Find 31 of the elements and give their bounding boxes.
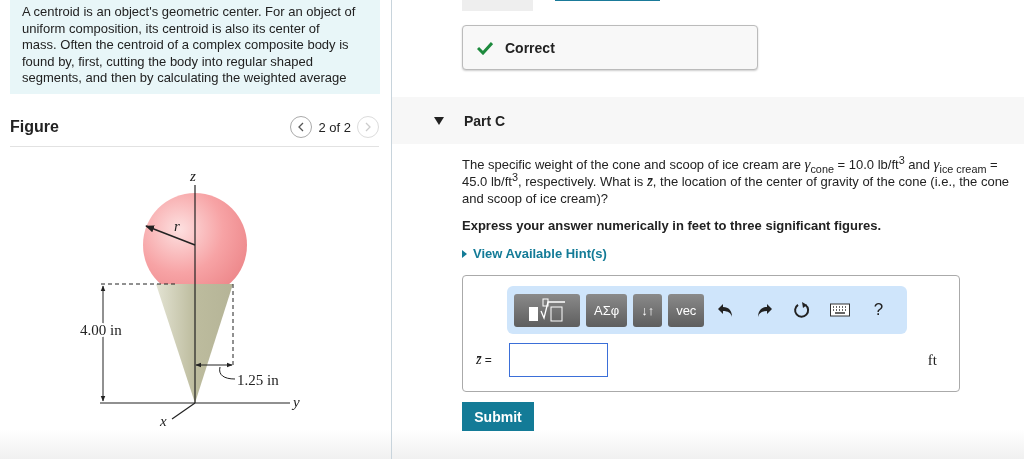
answer-field[interactable] <box>509 343 608 377</box>
axis-label: z <box>190 168 196 184</box>
submit-button[interactable]: Submit <box>462 402 534 431</box>
template-icon <box>527 298 567 322</box>
figure-title: Figure <box>10 118 59 136</box>
keyboard-icon <box>830 303 851 317</box>
variable-label: z̄ = <box>476 352 493 368</box>
chevron-right-icon <box>363 122 373 132</box>
hint-link[interactable]: View Available Hint(s) <box>473 246 607 261</box>
help-button[interactable]: ? <box>862 293 895 327</box>
feedback-text: Correct <box>505 39 555 56</box>
toolbar-button[interactable]: vec <box>668 293 705 327</box>
page-counter: 2 of 2 <box>318 119 351 135</box>
part-title: Part C <box>464 112 506 129</box>
unit-label: ft <box>927 351 937 369</box>
intro-paragraph: A centroid is an object's geometric center. For an object of uniform composition, its centroid is also its center of mass. Often the centroid of a complex composite body is found by, first, cutting the body into regular shaped segments, and then by calculating the weighted average <box>10 0 380 94</box>
dimension-label: 4.00 in <box>80 322 122 338</box>
axis-label: x <box>160 413 167 429</box>
toolbar-button[interactable]: ΑΣφ <box>586 293 628 327</box>
check-icon <box>477 40 493 55</box>
question-text: The specific weight of the cone and scoop of ice cream are γ$_{cone}$ = 10.0 lb/ft$^{3}$ and γ$_{ice cream}$ = 45.0 lb/ft$^{3}$, respectively. What is z̄, the location of the center of gravity of the cone (i.e., the cone and scoop of ice cream)? <box>462 156 1011 207</box>
template-button[interactable] <box>514 293 580 327</box>
instruction-text: Express your answer numerically in feet to three significant figures. <box>462 218 882 233</box>
radius-label: r <box>174 218 180 234</box>
reset-icon <box>793 301 812 319</box>
redo-icon <box>755 301 774 319</box>
caret-right-icon <box>462 249 467 258</box>
axis-label: y <box>293 394 300 410</box>
dimension-label: 1.25 in <box>237 372 279 388</box>
toolbar-button[interactable]: ↓↑ <box>633 293 663 327</box>
part-header[interactable]: Part C <box>392 97 1024 144</box>
